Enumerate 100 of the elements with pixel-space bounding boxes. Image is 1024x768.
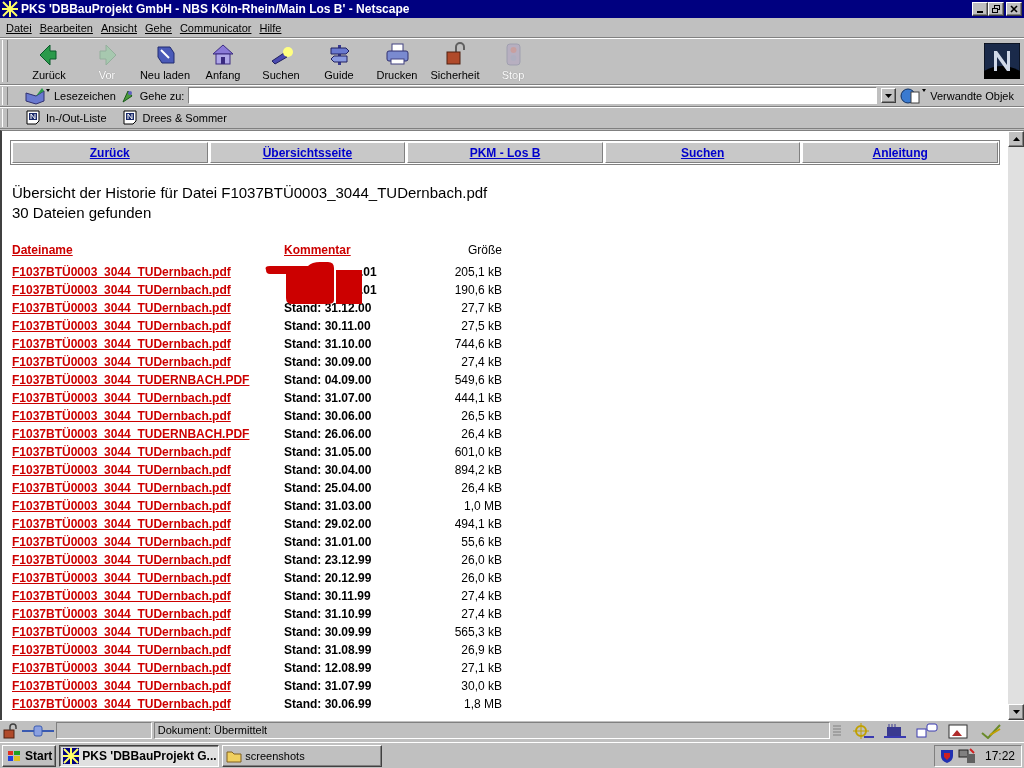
close-button[interactable]: [1006, 2, 1022, 16]
taskbar-button[interactable]: PKS 'DBBauProjekt G...: [59, 744, 220, 767]
scroll-down-icon[interactable]: [1012, 710, 1020, 714]
comment-text: Stand: 23.12.99: [284, 553, 372, 567]
printer-icon: [384, 41, 410, 67]
file-link[interactable]: F1037BTÜ0003_3044_TUDernbach.pdf: [12, 517, 231, 531]
nav-link[interactable]: Zurück: [12, 142, 208, 163]
comment-text: Stand: 20.12.99: [284, 571, 372, 585]
menu-item[interactable]: Hilfe: [255, 21, 286, 34]
caret-icon: [885, 93, 893, 98]
app-logo-icon: [2, 1, 18, 17]
file-size: 26,5 kB: [461, 409, 502, 423]
file-link[interactable]: F1037BTÜ0003_3044_TUDERNBACH.PDF: [12, 373, 250, 387]
comment-text: Stand: 25.04.00: [284, 481, 372, 495]
dropdown-button[interactable]: [881, 88, 897, 103]
file-link[interactable]: F1037BTÜ0003_3044_TUDernbach.pdf: [12, 661, 231, 675]
chat-bubbles-icon[interactable]: [916, 722, 938, 739]
toolbar-button[interactable]: Sicherheit: [426, 41, 484, 81]
picture-card-icon[interactable]: [948, 722, 970, 739]
restore-button[interactable]: [988, 2, 1004, 16]
toolbar-button[interactable]: Zurück: [20, 41, 78, 81]
file-link[interactable]: F1037BTÜ0003_3044_TUDernbach.pdf: [12, 265, 231, 279]
column-header-link[interactable]: Dateiname: [12, 243, 73, 257]
address-field[interactable]: [188, 87, 878, 104]
shield-icon[interactable]: [938, 747, 955, 764]
comment-text: Stand: 30.11.00: [284, 319, 371, 333]
bookmark-page-icon[interactable]: [26, 110, 40, 125]
toolbar-button[interactable]: Guide: [310, 41, 368, 81]
file-link[interactable]: F1037BTÜ0003_3044_TUDernbach.pdf: [12, 463, 231, 477]
comment-text: Stand: 12.08.99: [284, 661, 372, 675]
file-size: 55,6 kB: [461, 535, 502, 549]
comment-text: Stand: 31.07.99: [284, 679, 372, 693]
comment-text: Stand: 30.06.00: [284, 409, 372, 423]
nav-link[interactable]: Suchen: [604, 142, 801, 163]
file-link[interactable]: F1037BTÜ0003_3044_TUDernbach.pdf: [12, 301, 231, 315]
bookmark-page-icon[interactable]: [122, 110, 137, 125]
globe-icon[interactable]: [900, 86, 927, 105]
file-size: 1,8 MB: [464, 697, 502, 711]
nav-link[interactable]: Übersichtsseite: [209, 142, 406, 163]
windows-flag-icon: [6, 748, 22, 763]
file-link[interactable]: F1037BTÜ0003_3044_TUDernbach.pdf: [12, 679, 231, 693]
file-link[interactable]: F1037BTÜ0003_3044_TUDernbach.pdf: [12, 283, 231, 297]
file-link[interactable]: F1037BTÜ0003_3044_TUDernbach.pdf: [12, 481, 231, 495]
scroll-up-icon[interactable]: [1012, 137, 1020, 141]
file-link[interactable]: F1037BTÜ0003_3044_TUDernbach.pdf: [12, 643, 231, 657]
bookmark-link[interactable]: In-/Out-Liste: [46, 111, 107, 124]
toolbar-button[interactable]: Suchen: [252, 41, 310, 81]
comment-text: Stand: 31.10.00: [284, 337, 372, 351]
file-link[interactable]: F1037BTÜ0003_3044_TUDernbach.pdf: [12, 355, 231, 369]
address-label: Gehe zu:: [139, 89, 185, 102]
bookmark-link[interactable]: Drees & Sommer: [142, 111, 227, 124]
bookmark-book-icon[interactable]: [24, 86, 50, 105]
nav-link[interactable]: PKM - Los B: [407, 142, 603, 163]
taskbar-button[interactable]: screenshots: [222, 744, 383, 767]
file-size: 27,1 kB: [461, 661, 502, 675]
minimize-button[interactable]: [972, 2, 988, 16]
comment-text: .01: [359, 265, 377, 279]
column-header-link[interactable]: Kommentar: [284, 243, 351, 257]
file-link[interactable]: F1037BTÜ0003_3044_TUDernbach.pdf: [12, 445, 231, 459]
file-link[interactable]: F1037BTÜ0003_3044_TUDernbach.pdf: [12, 625, 231, 639]
comment-text: Stand: 29.02.00: [284, 517, 372, 531]
file-size: 601,0 kB: [454, 445, 502, 459]
file-size: 494,1 kB: [454, 517, 502, 531]
file-link[interactable]: F1037BTÜ0003_3044_TUDernbach.pdf: [12, 337, 231, 351]
file-link[interactable]: F1037BTÜ0003_3044_TUDernbach.pdf: [12, 319, 231, 333]
file-size: 26,9 kB: [461, 643, 502, 657]
bookmarks-button[interactable]: Lesezeichen: [54, 89, 116, 102]
file-link[interactable]: F1037BTÜ0003_3044_TUDernbach.pdf: [12, 607, 231, 621]
file-link[interactable]: F1037BTÜ0003_3044_TUDERNBACH.PDF: [12, 427, 250, 441]
start-button[interactable]: Start: [2, 744, 57, 767]
page-heading: Übersicht der Historie für Datei F1037BTÜ0003_3044_TUDernbach.pdf: [12, 183, 489, 203]
file-link[interactable]: F1037BTÜ0003_3044_TUDernbach.pdf: [12, 571, 231, 585]
network-computer-icon[interactable]: [957, 747, 976, 764]
file-link[interactable]: F1037BTÜ0003_3044_TUDernbach.pdf: [12, 409, 231, 423]
file-link[interactable]: F1037BTÜ0003_3044_TUDernbach.pdf: [12, 589, 231, 603]
toolbar-button[interactable]: Drucken: [368, 41, 426, 81]
file-size: 444,1 kB: [454, 391, 502, 405]
ship-wheel-icon[interactable]: [852, 722, 874, 739]
file-link[interactable]: F1037BTÜ0003_3044_TUDernbach.pdf: [12, 499, 231, 513]
menu-item[interactable]: Datei: [2, 21, 36, 34]
nav-link[interactable]: Anleitung: [802, 142, 998, 163]
file-link[interactable]: F1037BTÜ0003_3044_TUDernbach.pdf: [12, 697, 231, 711]
file-size: 549,6 kB: [454, 373, 502, 387]
menu-item[interactable]: Communicator: [175, 21, 256, 34]
related-items-button[interactable]: Verwandte Objek: [930, 89, 1014, 102]
menu-item[interactable]: Bearbeiten: [35, 21, 97, 34]
file-size: 744,6 kB: [454, 337, 502, 351]
comment-text: Stand: 26.06.00: [284, 427, 372, 441]
menu-item[interactable]: Gehe: [141, 21, 176, 34]
file-link[interactable]: F1037BTÜ0003_3044_TUDernbach.pdf: [12, 391, 231, 405]
comment-text: Stand: 04.09.00: [284, 373, 372, 387]
file-size: 205,1 kB: [454, 265, 502, 279]
file-link[interactable]: F1037BTÜ0003_3044_TUDernbach.pdf: [12, 553, 231, 567]
menu-item[interactable]: Ansicht: [96, 21, 141, 34]
toolbar-button[interactable]: Anfang: [194, 41, 252, 81]
file-link[interactable]: F1037BTÜ0003_3044_TUDernbach.pdf: [12, 535, 231, 549]
file-size: 26,4 kB: [461, 427, 502, 441]
comment-text: Stand: 31.07.00: [284, 391, 372, 405]
toolbar-button[interactable]: Neu laden: [136, 41, 194, 81]
scrollbar[interactable]: [1008, 131, 1024, 720]
